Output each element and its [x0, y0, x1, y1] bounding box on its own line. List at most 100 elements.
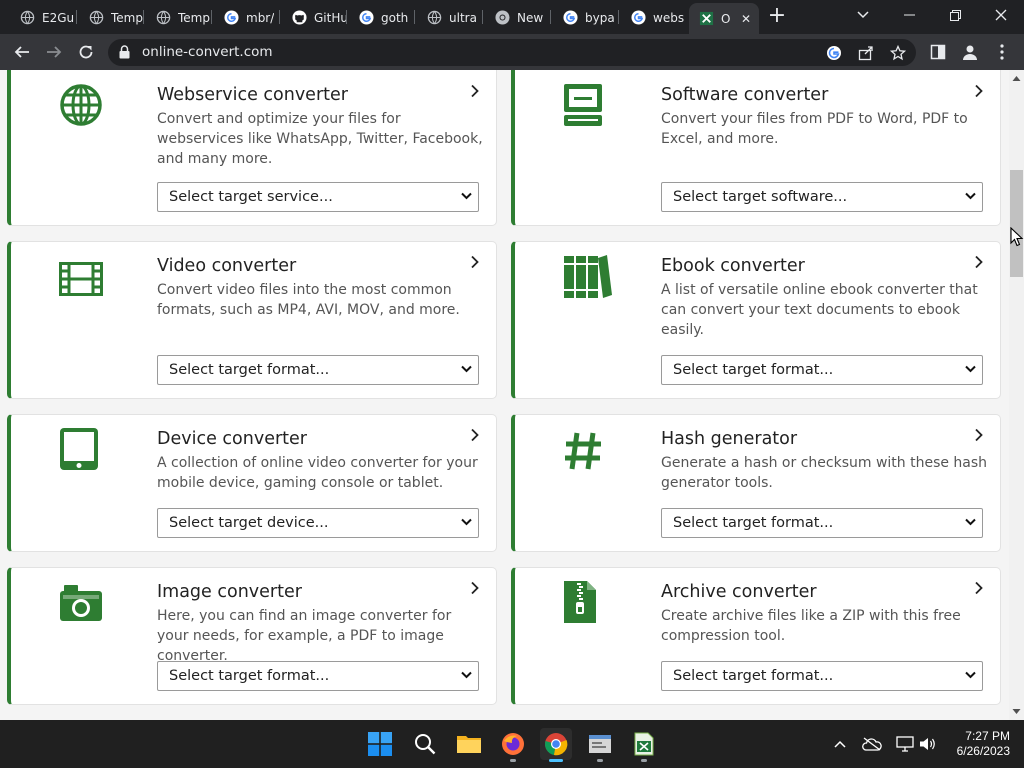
target-format-select[interactable]: Select target format... [661, 355, 983, 385]
taskbar-app-window[interactable] [584, 728, 616, 760]
browser-tab[interactable]: webs [621, 5, 687, 30]
browser-tab[interactable]: GitHu [282, 5, 348, 30]
card-title[interactable]: Archive converter [661, 582, 817, 602]
close-tab-icon[interactable]: ✕ [741, 12, 751, 26]
select-value: Select target service... [169, 189, 333, 205]
tablet-icon [59, 427, 107, 473]
profile-button[interactable] [958, 40, 982, 64]
menu-button[interactable] [990, 40, 1014, 64]
chevron-right-icon[interactable] [972, 581, 986, 595]
network-button[interactable] [895, 734, 915, 754]
browser-tab[interactable]: mbr/ [214, 5, 280, 30]
tab-separator [211, 10, 212, 24]
chevron-down-icon [965, 671, 976, 679]
file-explorer-icon [457, 736, 481, 753]
books-icon [563, 254, 612, 300]
scroll-up-icon [1012, 76, 1021, 81]
target-format-select[interactable]: Select target format... [661, 508, 983, 538]
converter-card[interactable]: Software converter Convert your files fr… [511, 70, 1001, 226]
converter-card[interactable]: Image converter Here, you can find an im… [7, 567, 497, 705]
new-tab-button[interactable]: + [766, 5, 788, 28]
target-format-select[interactable]: Select target software... [661, 182, 983, 212]
target-format-select[interactable]: Select target service... [157, 182, 479, 212]
browser-tab[interactable]: ultra [417, 5, 483, 30]
converter-card[interactable]: Ebook converter A list of versatile onli… [511, 241, 1001, 399]
chevron-up-icon [834, 740, 846, 748]
chevron-down-icon [461, 365, 472, 373]
converter-card[interactable]: Webservice converter Convert and optimiz… [7, 70, 497, 226]
card-title[interactable]: Ebook converter [661, 256, 805, 276]
close-window-button[interactable] [978, 0, 1024, 30]
card-description: A list of versatile online ebook convert… [661, 282, 978, 338]
windows-taskbar: 7:27 PM 6/26/2023 [0, 720, 1024, 768]
scrollbar[interactable] [1009, 70, 1024, 720]
converter-card[interactable]: Archive converter Create archive files l… [511, 567, 1001, 705]
card-title[interactable]: Software converter [661, 85, 828, 105]
card-title[interactable]: Device converter [157, 429, 307, 449]
tab-title: Temp [111, 10, 143, 25]
clock-date: 6/26/2023 [956, 744, 1010, 758]
card-title[interactable]: Image converter [157, 582, 302, 602]
card-title[interactable]: Hash generator [661, 429, 797, 449]
system-clock[interactable]: 7:27 PM 6/26/2023 [957, 729, 1010, 759]
tab-separator [346, 10, 347, 24]
browser-toolbar: online-convert.com [0, 34, 1024, 70]
browser-tab[interactable]: Temp [146, 5, 212, 30]
onedrive-button[interactable] [862, 734, 882, 754]
address-bar[interactable]: online-convert.com [108, 39, 916, 66]
browser-tab[interactable]: O ✕ [689, 3, 759, 34]
chevron-right-icon[interactable] [468, 84, 482, 98]
target-format-select[interactable]: Select target format... [157, 661, 479, 691]
browser-tab[interactable]: New [485, 5, 551, 30]
arrow-left-icon [14, 46, 29, 58]
tab-search-button[interactable] [840, 0, 886, 30]
side-panel-button[interactable] [926, 40, 950, 64]
taskbar-chrome[interactable] [540, 728, 572, 760]
share-button[interactable] [856, 43, 876, 63]
chevron-right-icon[interactable] [468, 428, 482, 442]
card-title[interactable]: Webservice converter [157, 85, 348, 105]
select-value: Select target format... [673, 668, 834, 684]
show-hidden-icons-button[interactable] [830, 734, 850, 754]
chevron-right-icon[interactable] [972, 84, 986, 98]
chevron-right-icon[interactable] [468, 255, 482, 269]
browser-tab[interactable]: bypa [553, 5, 619, 30]
converter-card[interactable]: Hash generator Generate a hash or checks… [511, 414, 1001, 552]
minimize-button[interactable] [886, 0, 932, 30]
target-format-select[interactable]: Select target format... [661, 661, 983, 691]
taskbar-excel-file[interactable] [628, 728, 660, 760]
browser-tab[interactable]: Temp [79, 5, 145, 30]
target-format-select[interactable]: Select target format... [157, 355, 479, 385]
taskbar-search-button[interactable] [409, 728, 441, 760]
scrollbar-thumb[interactable] [1010, 170, 1023, 277]
bookmark-button[interactable] [888, 43, 908, 63]
google-lens-button[interactable] [824, 43, 844, 63]
github-icon [292, 10, 307, 25]
browser-tab[interactable]: goth [349, 5, 415, 30]
select-value: Select target format... [673, 515, 834, 531]
app-window-icon [589, 735, 611, 753]
chevron-right-icon[interactable] [972, 255, 986, 269]
volume-button[interactable] [918, 734, 938, 754]
chevron-right-icon[interactable] [468, 581, 482, 595]
card-title[interactable]: Video converter [157, 256, 296, 276]
hash-icon [563, 431, 611, 477]
restore-button[interactable] [932, 0, 978, 30]
globe-icon [59, 83, 107, 129]
forward-button[interactable] [42, 40, 66, 64]
minimize-icon [903, 14, 915, 16]
taskbar-file-explorer[interactable] [453, 728, 485, 760]
chevron-right-icon[interactable] [972, 428, 986, 442]
converter-card[interactable]: Video converter Convert video files into… [7, 241, 497, 399]
browser-tab[interactable]: E2Gu [10, 5, 76, 30]
target-format-select[interactable]: Select target device... [157, 508, 479, 538]
taskbar-firefox[interactable] [497, 728, 529, 760]
google-icon [359, 10, 374, 25]
tab-separator [279, 10, 280, 24]
back-button[interactable] [10, 40, 34, 64]
tab-title: ultra [449, 10, 477, 25]
reload-button[interactable] [74, 40, 98, 64]
running-indicator [641, 759, 647, 762]
windows-start-button[interactable] [364, 728, 396, 760]
converter-card[interactable]: Device converter A collection of online … [7, 414, 497, 552]
